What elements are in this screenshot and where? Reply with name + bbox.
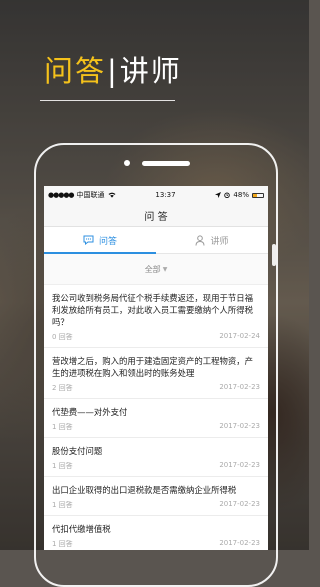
page-title: 问 答 <box>44 204 268 227</box>
tab-qa[interactable]: 问答 <box>44 227 156 254</box>
tab-lecturer[interactable]: 讲师 <box>156 227 268 253</box>
phone-speaker <box>142 161 190 166</box>
question-text: 代垫费——对外支付 <box>52 407 128 417</box>
wifi-icon <box>108 192 116 198</box>
signal-icon: ●●●●● <box>48 191 75 199</box>
status-bar: ●●●●● 中国联通 13:37 48% <box>44 186 268 204</box>
answer-count: 1 回答 <box>52 423 73 431</box>
promo-title: 问答|讲师 <box>44 48 182 90</box>
answer-count: 2 回答 <box>52 384 73 392</box>
promo-underline <box>40 100 175 101</box>
filter-dropdown[interactable]: 全部 ▼ <box>44 254 268 285</box>
battery-percent: 48% <box>233 191 249 199</box>
question-date: 2017-02-23 <box>219 500 260 508</box>
question-text: 营改增之后，购入的用于建造固定资产的工程物资，产生的进项税在购入和领出时的账务处… <box>52 356 253 378</box>
status-time: 13:37 <box>155 191 176 199</box>
phone-screen: ●●●●● 中国联通 13:37 48% 问 答 问答 讲师 全部 ▼ 我公司收… <box>44 186 268 550</box>
answer-count: 1 回答 <box>52 462 73 470</box>
battery-icon <box>251 192 264 198</box>
question-text: 出口企业取得的出口退税款是否需缴纳企业所得税 <box>52 485 237 495</box>
location-icon <box>215 192 222 198</box>
question-date: 2017-02-23 <box>219 461 260 469</box>
question-item[interactable]: 股份支付问题 1 回答 2017-02-23 <box>44 438 268 477</box>
question-text: 我公司收到税务局代征个税手续费返还，现用于节日福利发放给所有员工，对此收入员工需… <box>52 293 253 327</box>
phone-side-button <box>272 244 276 266</box>
question-item[interactable]: 我公司收到税务局代征个税手续费返还，现用于节日福利发放给所有员工，对此收入员工需… <box>44 285 268 348</box>
caret-down-icon: ▼ <box>162 265 168 273</box>
question-list: 我公司收到税务局代征个税手续费返还，现用于节日福利发放给所有员工，对此收入员工需… <box>44 285 268 550</box>
question-text: 代扣代缴增值税 <box>52 524 111 534</box>
carrier-name: 中国联通 <box>76 191 105 199</box>
question-date: 2017-02-23 <box>219 383 260 391</box>
filter-label: 全部 <box>144 264 161 274</box>
question-item[interactable]: 出口企业取得的出口退税款是否需缴纳企业所得税 1 回答 2017-02-23 <box>44 477 268 516</box>
question-date: 2017-02-24 <box>219 332 260 340</box>
phone-camera <box>124 160 130 166</box>
question-date: 2017-02-23 <box>219 422 260 430</box>
person-icon <box>195 234 205 246</box>
answer-count: 1 回答 <box>52 540 73 548</box>
promo-title-accent: 问答 <box>44 54 107 88</box>
chat-bubble-icon <box>83 235 94 245</box>
question-date: 2017-02-23 <box>219 539 260 547</box>
promo-title-rest: 讲师 <box>119 54 182 88</box>
answer-count: 0 回答 <box>52 333 73 341</box>
tab-bar: 问答 讲师 <box>44 227 268 254</box>
question-item[interactable]: 代扣代缴增值税 1 回答 2017-02-23 <box>44 516 268 550</box>
answer-count: 1 回答 <box>52 501 73 509</box>
tab-lecturer-label: 讲师 <box>210 236 229 247</box>
tab-qa-label: 问答 <box>98 236 117 247</box>
question-item[interactable]: 营改增之后，购入的用于建造固定资产的工程物资，产生的进项税在购入和领出时的账务处… <box>44 348 268 399</box>
question-text: 股份支付问题 <box>52 446 103 456</box>
question-item[interactable]: 代垫费——对外支付 1 回答 2017-02-23 <box>44 399 268 438</box>
promo-title-separator: | <box>107 54 119 88</box>
alarm-icon <box>224 192 231 198</box>
